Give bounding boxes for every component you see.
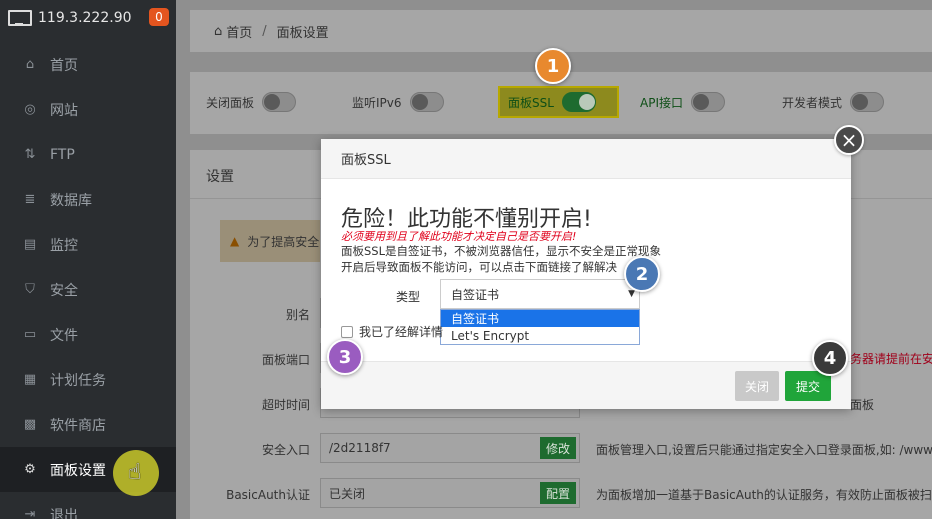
ssl-switch[interactable]	[561, 92, 596, 112]
folder-icon: ▭	[23, 327, 37, 342]
certificate-type-select[interactable]: 自签证书 ▼	[440, 279, 640, 309]
modal-title: 面板SSL	[341, 153, 391, 168]
step-marker-4: 4	[812, 340, 848, 376]
settings-title: 设置	[206, 169, 234, 185]
sidebar-item-store[interactable]: ▩ 软件商店	[0, 402, 176, 447]
logout-icon: ⇥	[24, 507, 36, 519]
configure-button[interactable]: 配置	[540, 482, 576, 504]
close-panel-switch[interactable]	[262, 92, 297, 112]
info-line-1: 面板SSL是自签证书，不被浏览器信任，显示不安全是正常现象	[341, 244, 662, 258]
gear-icon: ⚙	[24, 462, 36, 477]
pointer-hand-icon: ☝	[128, 460, 142, 485]
agree-label: 我已了经解详情	[359, 325, 444, 339]
globe-icon: ◎	[24, 102, 36, 117]
sidebar-item-security[interactable]: ⛉ 安全	[0, 267, 176, 312]
sidebar-item-database[interactable]: ≣ 数据库	[0, 177, 176, 222]
shield-icon: ⛉	[25, 282, 35, 297]
agree-checkbox-row[interactable]: 我已了经解详情	[341, 323, 443, 340]
modal-footer: 关闭 提交	[321, 361, 851, 409]
breadcrumb: ⌂ 首页 / 面板设置	[190, 10, 932, 52]
close-icon[interactable]: ×	[834, 125, 864, 155]
notification-badge[interactable]: 0	[149, 8, 169, 26]
toggle-listen-ipv6[interactable]: 监听IPv6	[352, 92, 444, 112]
home-icon: ⌂	[214, 23, 223, 39]
certificate-type-dropdown: 自签证书 Let's Encrypt	[440, 309, 640, 345]
monitor-icon	[8, 10, 32, 26]
row-basicauth: BasicAuth认证 已关闭 配置 为面板增加一道基于BasicAuth的认证…	[190, 478, 932, 508]
submit-button[interactable]: 提交	[785, 371, 831, 401]
option-lets-encrypt[interactable]: Let's Encrypt	[441, 327, 639, 344]
server-host: 119.3.222.90	[38, 10, 132, 26]
ssl-modal: 面板SSL 危险！此功能不懂别开启! 必须要用到且了解此功能才决定自己是否要开启…	[321, 139, 851, 409]
breadcrumb-home[interactable]: 首页	[226, 22, 252, 41]
agree-checkbox[interactable]	[341, 325, 353, 338]
info-line-2: 开启后导致面板不能访问，可以点击下面链接了解解决	[341, 260, 617, 274]
sidebar-item-website[interactable]: ◎ 网站	[0, 87, 176, 132]
dev-mode-switch[interactable]	[850, 92, 885, 112]
step-marker-3: 3	[327, 339, 363, 375]
step-marker-2: 2	[624, 256, 660, 292]
modal-header: 面板SSL	[321, 139, 851, 179]
option-self-signed[interactable]: 自签证书	[441, 310, 639, 327]
sidebar-item-ftp[interactable]: ⇅ FTP	[0, 132, 176, 177]
calendar-icon: ▦	[23, 372, 37, 387]
toggle-dev-mode[interactable]: 开发者模式	[782, 92, 885, 112]
ftp-icon: ⇅	[24, 147, 36, 162]
step-marker-1: 1	[535, 48, 571, 84]
row-security-entry: 安全入口 /2d2118f7 修改 面板管理入口,设置后只能通过指定安全入口登录…	[190, 433, 932, 463]
modify-button[interactable]: 修改	[540, 437, 576, 459]
ipv6-switch[interactable]	[409, 92, 444, 112]
monitor-icon: ▤	[23, 237, 37, 252]
type-label: 类型	[396, 290, 421, 304]
warning-icon: ▲	[230, 234, 240, 248]
sidebar-item-monitor[interactable]: ▤ 监控	[0, 222, 176, 267]
sidebar-item-home[interactable]: ⌂ 首页	[0, 42, 176, 87]
toggle-api[interactable]: API接口	[640, 92, 725, 112]
breadcrumb-current: 面板设置	[276, 25, 329, 41]
toggle-close-panel[interactable]: 关闭面板	[206, 92, 297, 112]
toggle-panel-ssl[interactable]: 面板SSL	[508, 92, 596, 112]
sidebar: 119.3.222.90 0 ⌂ 首页 ◎ 网站 ⇅ FTP ≣ 数据库 ▤ 监控 ⛉ 安全…	[0, 0, 176, 519]
api-switch[interactable]	[691, 92, 725, 112]
close-button[interactable]: 关闭	[735, 371, 779, 401]
danger-subtitle: 必须要用到且了解此功能才决定自己是否要开启!	[341, 230, 577, 243]
grid-icon: ▩	[23, 417, 37, 432]
database-icon: ≣	[24, 192, 36, 207]
port-warning-hint: 务器请提前在安	[850, 352, 932, 366]
breadcrumb-separator: /	[262, 23, 267, 39]
sidebar-item-logout[interactable]: ⇥ 退出	[0, 492, 176, 519]
sidebar-item-files[interactable]: ▭ 文件	[0, 312, 176, 357]
home-icon: ⌂	[25, 57, 35, 72]
warning-banner: ▲ 为了提高安全	[220, 220, 320, 262]
sidebar-item-cron[interactable]: ▦ 计划任务	[0, 357, 176, 402]
